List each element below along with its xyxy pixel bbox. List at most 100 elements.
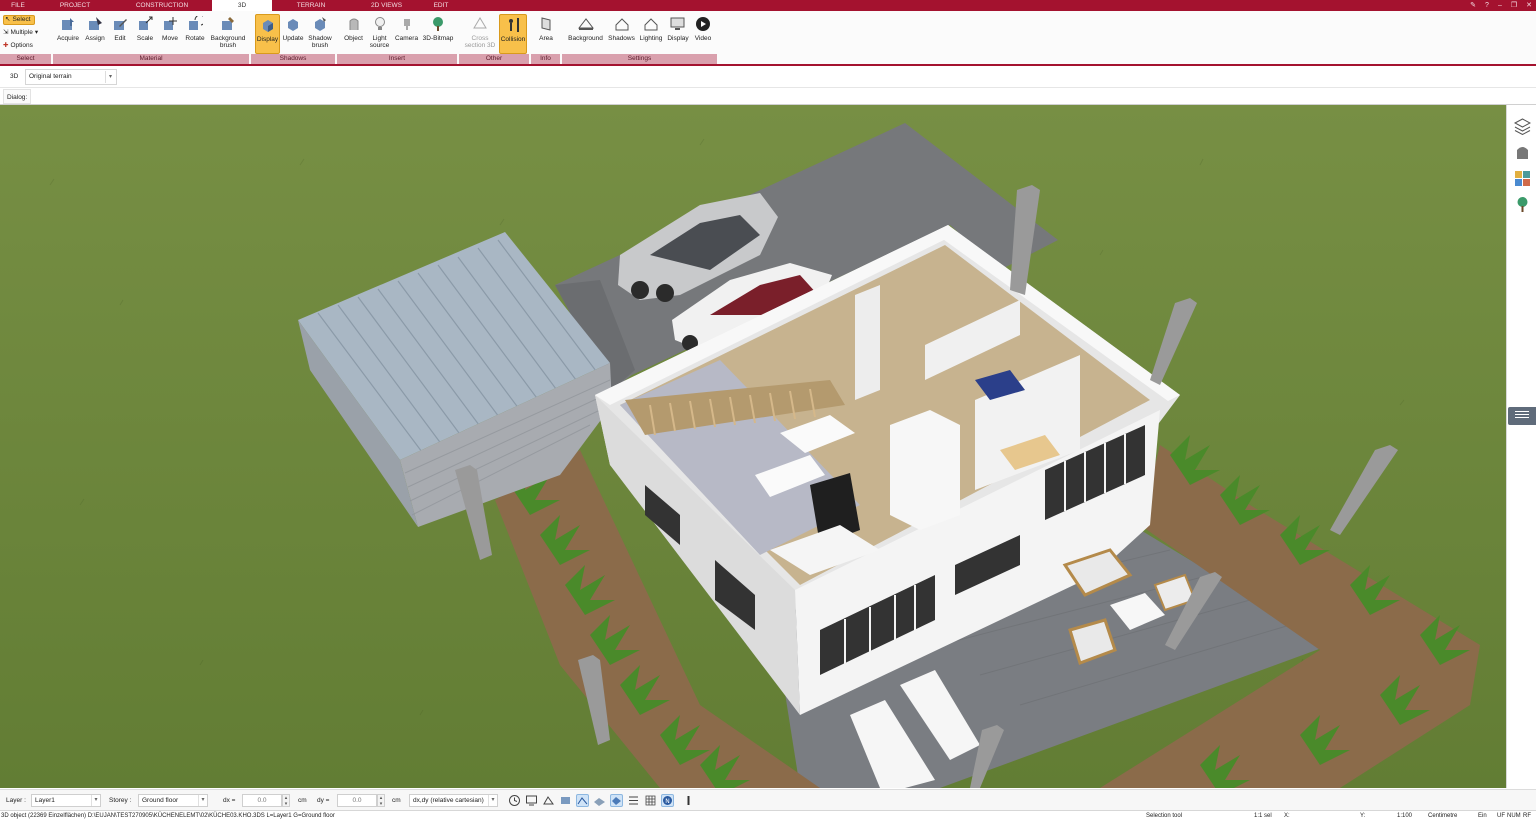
- pin-icon[interactable]: ✎: [1470, 0, 1476, 11]
- terrain-select[interactable]: Original terrain ▾: [25, 69, 117, 85]
- materials-icon[interactable]: [1514, 170, 1531, 187]
- move-button[interactable]: Move: [158, 14, 182, 54]
- light-source-button[interactable]: Light source: [367, 14, 392, 54]
- grid-icon[interactable]: [644, 794, 657, 807]
- tab-edit[interactable]: EDIT: [424, 0, 458, 11]
- background-settings-button[interactable]: Background: [565, 14, 606, 54]
- display-shadows-button[interactable]: Display: [255, 14, 280, 54]
- status-unit: Centimetre: [1428, 813, 1458, 819]
- rotate-button[interactable]: Rotate: [183, 14, 207, 54]
- assign-icon: [87, 16, 103, 32]
- assign-button[interactable]: Assign: [82, 14, 108, 54]
- help-icon[interactable]: ?: [1485, 0, 1489, 11]
- group-label-settings: Settings: [562, 54, 717, 64]
- shadow-brush-icon: [312, 16, 328, 32]
- angle-icon[interactable]: [576, 794, 589, 807]
- layers-icon[interactable]: [1513, 118, 1532, 136]
- tab-3d[interactable]: 3D: [212, 0, 272, 11]
- update-icon: [285, 16, 301, 32]
- video-icon: [695, 16, 711, 32]
- dy-spinner[interactable]: ▴ ▾: [377, 794, 385, 807]
- wall-snap-icon[interactable]: [593, 794, 606, 807]
- minimize-icon[interactable]: –: [1498, 0, 1502, 11]
- insert-object-button[interactable]: Object: [341, 14, 366, 54]
- acquire-button[interactable]: Acquire: [55, 14, 81, 54]
- select-label: Select: [12, 16, 31, 23]
- status-x: X:: [1284, 813, 1290, 819]
- status-y: Y:: [1360, 813, 1366, 819]
- select-button[interactable]: ↖ Select: [3, 15, 35, 25]
- shadow-brush-label: Shadow: [308, 35, 332, 42]
- light-source-label2: source: [369, 42, 390, 49]
- acquire-icon: [60, 16, 76, 32]
- background-brush-button[interactable]: Background brush: [208, 14, 248, 54]
- acquire-label: Acquire: [56, 35, 80, 42]
- terrain-select-value: Original terrain: [29, 73, 72, 80]
- scale-button[interactable]: Scale: [133, 14, 157, 54]
- 3d-bitmap-button[interactable]: 3D-Bitmap: [421, 14, 455, 54]
- collision-button[interactable]: Collision: [499, 14, 527, 54]
- update-button[interactable]: Update: [281, 14, 305, 54]
- rotate-label: Rotate: [185, 35, 205, 42]
- list-icon[interactable]: [627, 794, 640, 807]
- tab-terrain[interactable]: TERRAIN: [273, 0, 349, 11]
- shadows-settings-button[interactable]: Shadows: [607, 14, 636, 54]
- info-icon[interactable]: [682, 794, 695, 807]
- cross-section-3d-button[interactable]: Cross section 3D: [462, 14, 498, 54]
- dy-input[interactable]: [337, 794, 377, 807]
- sidebar-toggle-handle[interactable]: [1508, 407, 1536, 425]
- status-uf: UF: [1497, 813, 1505, 819]
- rotate-icon: [187, 14, 206, 32]
- options-button[interactable]: ✚ Options: [3, 41, 33, 51]
- multiple-label: Multiple: [10, 29, 33, 36]
- plants-icon[interactable]: [1514, 196, 1531, 213]
- close-icon[interactable]: ✕: [1526, 0, 1532, 11]
- camera-button[interactable]: Camera: [393, 14, 420, 54]
- snap-icon[interactable]: [542, 794, 555, 807]
- group-label-other: Other: [459, 54, 529, 64]
- furniture-icon[interactable]: [1514, 144, 1531, 161]
- dx-input[interactable]: [242, 794, 282, 807]
- lighting-settings-label: Lighting: [639, 35, 663, 42]
- light-source-icon: [372, 16, 388, 32]
- 3d-bitmap-label: 3D-Bitmap: [422, 35, 454, 42]
- lighting-settings-button[interactable]: Lighting: [637, 14, 665, 54]
- cross-section-label2: section 3D: [464, 42, 496, 49]
- tab-2d-views[interactable]: 2D VIEWS: [350, 0, 423, 11]
- menu-tab-bar: FILE PROJECT CONSTRUCTION 3D TERRAIN 2D …: [0, 0, 1536, 11]
- scale-icon: [137, 16, 153, 32]
- status-num: NUM: [1507, 813, 1521, 819]
- north-icon[interactable]: N: [661, 794, 674, 807]
- camera-icon: [399, 16, 415, 32]
- storey-select[interactable]: Ground floor ▾: [138, 794, 208, 807]
- 3d-viewport[interactable]: [0, 105, 1506, 788]
- video-button[interactable]: Video: [691, 14, 715, 54]
- restore-icon[interactable]: ❐: [1511, 0, 1517, 11]
- right-sidebar: [1506, 105, 1536, 788]
- edit-material-button[interactable]: Edit: [109, 14, 131, 54]
- svg-text:N: N: [665, 798, 670, 805]
- tab-project[interactable]: PROJECT: [37, 0, 113, 11]
- screen-icon[interactable]: [525, 794, 538, 807]
- collision-icon: [505, 17, 521, 33]
- multiple-dropdown[interactable]: ⇲ Multiple ▾: [3, 28, 38, 38]
- tab-construction[interactable]: CONSTRUCTION: [113, 0, 211, 11]
- tab-file[interactable]: FILE: [0, 0, 36, 11]
- area-button[interactable]: Area: [534, 14, 558, 54]
- clock-icon[interactable]: [508, 794, 521, 807]
- status-info: 3D object (22369 Einzelflächen) D:\EUJAN…: [1, 813, 335, 819]
- surface-icon[interactable]: [610, 794, 623, 807]
- coordinate-mode-select[interactable]: dx,dy (relative cartesian) ▾: [409, 794, 498, 807]
- multiple-icon: ⇲: [3, 29, 9, 36]
- layers-snap-icon[interactable]: [559, 794, 572, 807]
- layer-value: Layer1: [35, 797, 55, 804]
- edit-icon: [112, 16, 128, 32]
- window-controls: ✎ ? – ❐ ✕: [1470, 0, 1532, 11]
- shadow-brush-button[interactable]: Shadow brush: [306, 14, 334, 54]
- group-label-material: Material: [53, 54, 249, 64]
- dx-spinner[interactable]: ▴ ▾: [282, 794, 290, 807]
- chevron-down-icon: ▾: [198, 795, 207, 806]
- layer-select[interactable]: Layer1 ▾: [31, 794, 101, 807]
- cross-section-icon: [472, 16, 488, 32]
- display-settings-button[interactable]: Display: [666, 14, 690, 54]
